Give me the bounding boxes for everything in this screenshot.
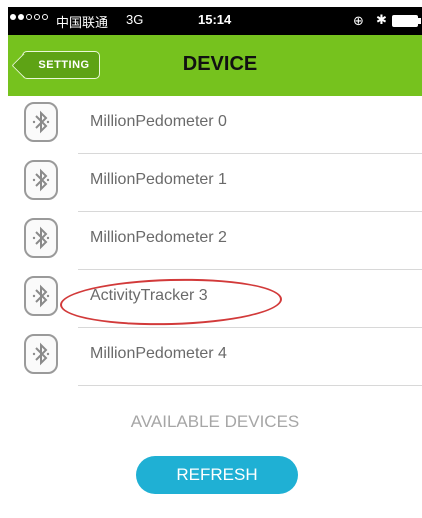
back-button-label: SETTING <box>38 59 90 71</box>
bluetooth-device-icon <box>24 276 58 316</box>
nav-bar: SETTING DEVICE <box>8 35 422 96</box>
device-name: MillionPedometer 2 <box>90 229 227 246</box>
bluetooth-device-icon <box>24 102 58 142</box>
bluetooth-device-icon <box>24 218 58 258</box>
device-list: MillionPedometer 0 MillionPedometer 1 Mi… <box>8 96 422 386</box>
network-type: 3G <box>126 12 144 27</box>
refresh-button[interactable]: REFRESH <box>136 456 298 494</box>
device-name: MillionPedometer 1 <box>90 171 227 188</box>
device-row[interactable]: MillionPedometer 4 <box>8 328 422 386</box>
device-name: MillionPedometer 4 <box>90 345 227 362</box>
signal-strength-icon <box>10 14 48 20</box>
device-row[interactable]: MillionPedometer 0 <box>8 96 422 154</box>
status-time: 15:14 <box>198 12 232 27</box>
status-bar: 中国联通 3G 15:14 ⊕ ✱ <box>8 7 422 35</box>
device-row[interactable]: MillionPedometer 2 <box>8 212 422 270</box>
lock-icon: ⊕ <box>353 13 364 28</box>
device-row[interactable]: MillionPedometer 1 <box>8 154 422 212</box>
device-name: MillionPedometer 0 <box>90 113 227 130</box>
bluetooth-device-icon <box>24 334 58 374</box>
device-row-highlighted[interactable]: ActivityTracker 3 <box>8 270 422 328</box>
highlight-oval-annotation <box>59 276 283 328</box>
battery-icon <box>392 15 421 27</box>
bluetooth-icon: ✱ <box>376 12 387 27</box>
available-devices-label: AVAILABLE DEVICES <box>130 412 300 431</box>
carrier-name: 中国联通 <box>56 15 109 30</box>
phone-screen: 中国联通 3G 15:14 ⊕ ✱ SETTING DEVICE Million… <box>8 7 422 510</box>
bluetooth-device-icon <box>24 160 58 200</box>
